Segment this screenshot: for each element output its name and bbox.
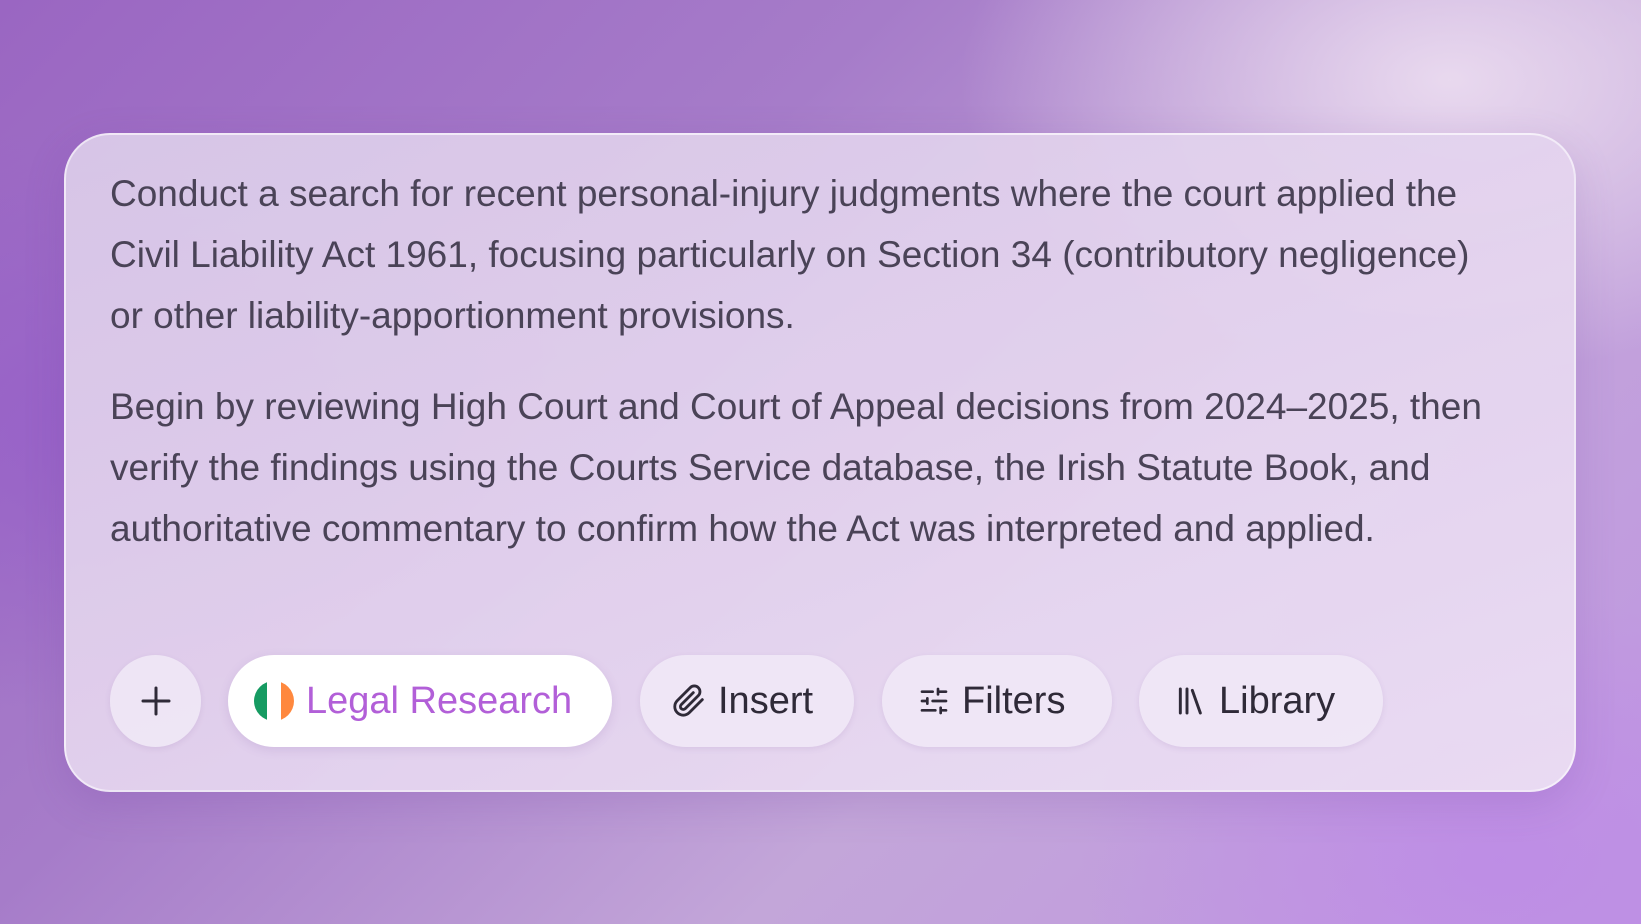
library-books-icon — [1175, 685, 1207, 717]
library-label: Library — [1219, 679, 1336, 722]
paperclip-icon — [672, 684, 706, 718]
filters-label: Filters — [962, 679, 1066, 722]
prompt-card: Conduct a search for recent personal-inj… — [64, 133, 1576, 792]
legal-research-label: Legal Research — [306, 679, 573, 722]
prompt-paragraph-2: Begin by reviewing High Court and Court … — [110, 386, 1482, 549]
insert-label: Insert — [718, 679, 814, 722]
legal-research-mode-button[interactable]: Legal Research — [228, 655, 612, 747]
sliders-icon — [918, 685, 950, 717]
prompt-paragraph-1: Conduct a search for recent personal-inj… — [110, 173, 1470, 336]
filters-button[interactable]: Filters — [882, 655, 1112, 747]
add-button[interactable] — [110, 655, 201, 747]
prompt-text-area[interactable]: Conduct a search for recent personal-inj… — [110, 163, 1510, 559]
insert-button[interactable]: Insert — [640, 655, 854, 747]
library-button[interactable]: Library — [1139, 655, 1383, 747]
ireland-flag-icon — [254, 681, 294, 721]
plus-icon — [140, 685, 172, 717]
